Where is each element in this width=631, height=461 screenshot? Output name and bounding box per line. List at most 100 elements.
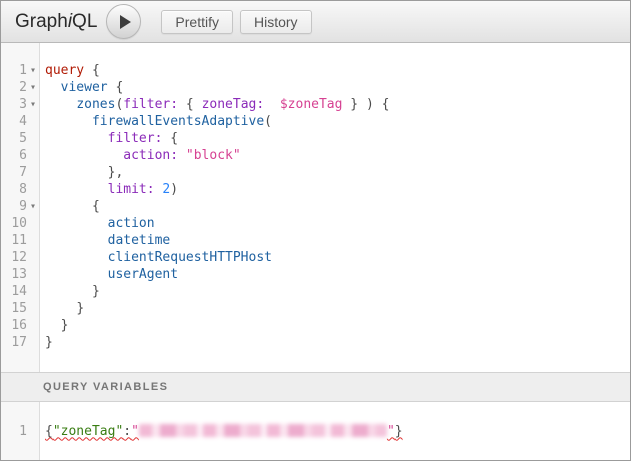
code-token xyxy=(45,148,123,163)
line-number: 1 xyxy=(1,62,27,79)
fold-spacer xyxy=(27,334,39,351)
code-token: } xyxy=(76,301,84,316)
gutter-line: 4 xyxy=(1,113,39,130)
app-logo: GraphiQL xyxy=(15,11,97,33)
fold-spacer xyxy=(27,113,39,130)
line-number: 7 xyxy=(1,164,27,181)
fold-spacer xyxy=(27,181,39,198)
code-token xyxy=(45,233,108,248)
code-token: : xyxy=(123,424,131,439)
gutter-line: 6 xyxy=(1,147,39,164)
line-number: 8 xyxy=(1,181,27,198)
code-token xyxy=(45,216,108,231)
fold-spacer xyxy=(27,164,39,181)
fold-spacer xyxy=(27,232,39,249)
query-editor[interactable]: 1▾2▾3▾456789▾1011121314151617 query { vi… xyxy=(1,43,630,372)
query-gutter: 1▾2▾3▾456789▾1011121314151617 xyxy=(1,43,40,372)
play-icon xyxy=(120,15,131,29)
code-line: clientRequestHTTPHost xyxy=(45,249,630,266)
code-line: { xyxy=(45,198,630,215)
graphiql-window: GraphiQL Prettify History 1▾2▾3▾456789▾1… xyxy=(0,0,631,461)
code-token: } xyxy=(61,318,69,333)
gutter-line: 15 xyxy=(1,300,39,317)
code-token: filter: xyxy=(108,131,163,146)
code-token xyxy=(45,165,108,180)
line-number: 5 xyxy=(1,130,27,147)
fold-arrow-icon[interactable]: ▾ xyxy=(27,198,39,215)
code-token: { xyxy=(92,63,100,78)
code-token xyxy=(45,301,76,316)
code-line: viewer { xyxy=(45,79,630,96)
fold-spacer xyxy=(27,130,39,147)
fold-arrow-icon[interactable]: ▾ xyxy=(27,62,39,79)
code-token: filter: xyxy=(123,97,178,112)
code-token: "block" xyxy=(186,148,241,163)
topbar: GraphiQL Prettify History xyxy=(1,1,630,43)
code-line: userAgent xyxy=(45,266,630,283)
line-number: 3 xyxy=(1,96,27,113)
gutter-line: 10 xyxy=(1,215,39,232)
code-token: { xyxy=(382,97,390,112)
code-token: { xyxy=(115,80,123,95)
code-token: }, xyxy=(108,165,124,180)
history-button[interactable]: History xyxy=(240,10,312,34)
line-number: 12 xyxy=(1,249,27,266)
code-token xyxy=(374,97,382,112)
code-line: action xyxy=(45,215,630,232)
code-line: limit: 2) xyxy=(45,181,630,198)
fold-spacer xyxy=(27,147,39,164)
code-token xyxy=(84,63,92,78)
code-line: action: "block" xyxy=(45,147,630,164)
line-number: 14 xyxy=(1,283,27,300)
code-token: ) xyxy=(170,182,178,197)
variables-code[interactable]: {"zoneTag":""} xyxy=(40,402,630,461)
line-number: 11 xyxy=(1,232,27,249)
gutter-line: 2▾ xyxy=(1,79,39,96)
code-line: zones(filter: { zoneTag: $zoneTag } ) { xyxy=(45,96,630,113)
execute-button[interactable] xyxy=(106,4,141,39)
code-token: firewallEventsAdaptive xyxy=(92,114,264,129)
code-token: { xyxy=(92,199,100,214)
code-token: } xyxy=(350,97,358,112)
gutter-line: 7 xyxy=(1,164,39,181)
variables-line-number: 1 xyxy=(1,423,27,440)
code-token: " xyxy=(131,424,139,439)
code-token: } xyxy=(92,284,100,299)
code-line: datetime xyxy=(45,232,630,249)
code-token: viewer xyxy=(61,80,108,95)
code-token xyxy=(45,318,61,333)
variables-header[interactable]: QUERY VARIABLES xyxy=(1,372,630,402)
line-number: 16 xyxy=(1,317,27,334)
gutter-line: 3▾ xyxy=(1,96,39,113)
gutter-line: 11 xyxy=(1,232,39,249)
gutter-line: 16 xyxy=(1,317,39,334)
gutter-line: 17 xyxy=(1,334,39,351)
fold-spacer xyxy=(27,423,39,440)
variables-header-label: QUERY VARIABLES xyxy=(43,381,168,393)
line-number: 6 xyxy=(1,147,27,164)
query-code[interactable]: query { viewer { zones(filter: { zoneTag… xyxy=(40,43,630,372)
gutter-line: 5 xyxy=(1,130,39,147)
line-number: 4 xyxy=(1,113,27,130)
code-line: }, xyxy=(45,164,630,181)
code-token: " xyxy=(387,424,395,439)
code-token xyxy=(45,131,108,146)
code-token xyxy=(45,182,108,197)
fold-spacer xyxy=(27,266,39,283)
gutter-line: 8 xyxy=(1,181,39,198)
masked-zone-tag-value xyxy=(139,424,387,437)
code-token: action xyxy=(108,216,155,231)
fold-arrow-icon[interactable]: ▾ xyxy=(27,96,39,113)
prettify-button[interactable]: Prettify xyxy=(161,10,233,34)
code-token xyxy=(194,97,202,112)
variables-editor[interactable]: 1 {"zoneTag":""} xyxy=(1,402,630,461)
code-token: action: xyxy=(123,148,178,163)
code-token: datetime xyxy=(108,233,171,248)
code-token xyxy=(178,148,186,163)
fold-arrow-icon[interactable]: ▾ xyxy=(27,79,39,96)
code-token xyxy=(45,250,108,265)
fold-spacer xyxy=(27,283,39,300)
code-token: { xyxy=(45,424,53,439)
gutter-line: 9▾ xyxy=(1,198,39,215)
code-token: "zoneTag" xyxy=(53,424,123,439)
